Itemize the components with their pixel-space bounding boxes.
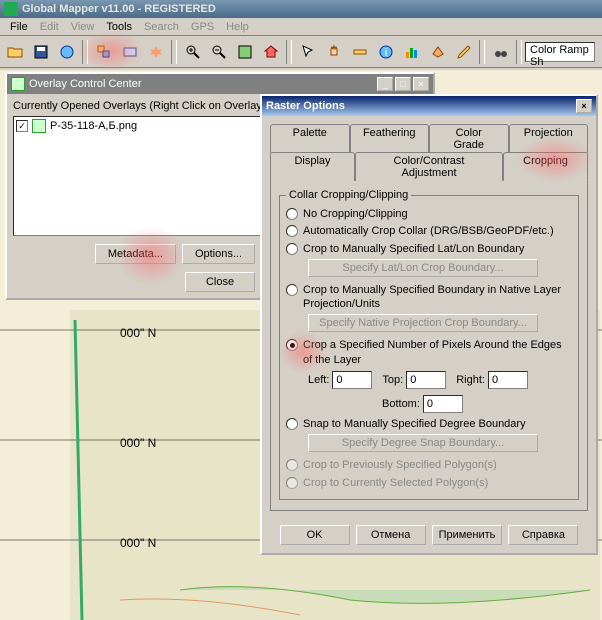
menu-view[interactable]: View [65,21,101,33]
occ-title: Overlay Control Center [29,78,375,90]
left-label: Left: [308,374,329,386]
tab-cropping[interactable]: Cropping [503,152,588,181]
zoom-extent-icon[interactable] [232,39,257,64]
shader-dropdown[interactable]: Color Ramp Sh [525,42,595,62]
menu-file[interactable]: File [4,21,34,33]
tab-palette[interactable]: Palette [270,124,350,153]
options-button[interactable]: Options... [182,244,255,264]
map-label-lat: 000" N [120,536,156,550]
measure-icon[interactable] [347,39,372,64]
close-icon[interactable]: × [576,99,592,113]
apply-button[interactable]: Применить [432,525,503,545]
radio-no-cropping[interactable]: No Cropping/Clipping [286,207,572,221]
zoom-in-icon[interactable] [180,39,205,64]
overlay-control-icon[interactable] [91,39,116,64]
map-label-lat: 000" N [120,326,156,340]
tab-color-contrast[interactable]: Color/Contrast Adjustment [355,152,503,181]
raster-file-icon [32,119,46,133]
top-input[interactable] [406,371,446,389]
minimize-icon[interactable]: _ [377,77,393,91]
ok-button[interactable]: OK [280,525,350,545]
radio-icon[interactable] [286,225,298,237]
pencil-icon[interactable] [451,39,476,64]
home-icon[interactable] [258,39,283,64]
radio-icon[interactable] [286,284,298,296]
info-icon[interactable]: i [373,39,398,64]
tab-feathering[interactable]: Feathering [350,124,430,153]
radio-selected-polygon: Crop to Currently Selected Polygon(s) [286,476,572,490]
app-title: Global Mapper v11.00 - REGISTERED [22,3,216,15]
specify-native-button[interactable]: Specify Native Projection Crop Boundary.… [308,314,538,332]
top-label: Top: [382,374,403,386]
binoculars-icon[interactable] [488,39,513,64]
close-icon[interactable]: × [413,77,429,91]
radio-icon[interactable] [286,243,298,255]
app-icon [4,2,18,16]
cropping-panel: Collar Cropping/Clipping No Cropping/Cli… [270,180,588,511]
radio-auto-crop[interactable]: Automatically Crop Collar (DRG/BSB/GeoPD… [286,224,572,238]
close-button[interactable]: Close [185,272,255,292]
save-icon[interactable] [28,39,53,64]
radio-prev-polygon: Crop to Previously Specified Polygon(s) [286,458,572,472]
svg-text:i: i [384,47,386,59]
hand-icon[interactable] [321,39,346,64]
menu-help[interactable]: Help [220,21,255,33]
globe-icon[interactable] [54,39,79,64]
radio-icon [286,477,298,489]
map-label-lat: 000" N [120,436,156,450]
right-input[interactable] [488,371,528,389]
tab-display[interactable]: Display [270,152,355,181]
bottom-input[interactable] [423,395,463,413]
radio-native-boundary[interactable]: Crop to Manually Specified Boundary in N… [286,283,572,312]
group-title: Collar Cropping/Clipping [286,189,411,201]
specify-degree-button[interactable]: Specify Degree Snap Boundary... [308,434,538,452]
radio-degree-boundary[interactable]: Snap to Manually Specified Degree Bounda… [286,417,572,431]
cancel-button[interactable]: Отмена [356,525,426,545]
open-icon[interactable] [2,39,27,64]
radio-latlon-boundary[interactable]: Crop to Manually Specified Lat/Lon Bound… [286,242,572,256]
3d-icon[interactable] [425,39,450,64]
raster-title-bar[interactable]: Raster Options × [262,96,596,116]
left-input[interactable] [332,371,372,389]
menu-tools[interactable]: Tools [100,21,138,33]
occ-icon [11,77,25,91]
right-label: Right: [456,374,485,386]
chart-icon[interactable] [399,39,424,64]
menu-edit[interactable]: Edit [34,21,65,33]
radio-pixel-crop[interactable]: Crop a Specified Number of Pixels Around… [286,338,572,367]
zoom-out-icon[interactable] [206,39,231,64]
menu-search[interactable]: Search [138,21,185,33]
tab-projection[interactable]: Projection [509,124,589,153]
radio-icon [286,459,298,471]
burst-icon[interactable] [143,39,168,64]
menu-gps[interactable]: GPS [185,21,220,33]
radio-icon[interactable] [286,418,298,430]
occ-title-bar[interactable]: Overlay Control Center _ □ × [7,74,433,94]
radio-icon[interactable] [286,339,298,351]
tab-color-grade[interactable]: Color Grade [429,124,509,153]
raster-options-dialog: Raster Options × Palette Feathering Colo… [260,94,598,555]
collar-cropping-group: Collar Cropping/Clipping No Cropping/Cli… [279,195,579,500]
config-icon[interactable] [117,39,142,64]
radio-icon[interactable] [286,208,298,220]
maximize-icon[interactable]: □ [395,77,411,91]
metadata-button[interactable]: Metadata... [95,244,176,264]
bottom-label: Bottom: [382,398,420,410]
raster-title: Raster Options [266,100,576,112]
menu-bar: File Edit View Tools Search GPS Help [0,18,602,36]
specify-latlon-button[interactable]: Specify Lat/Lon Crop Boundary... [308,259,538,277]
checkbox-icon[interactable]: ✓ [16,120,28,132]
toolbar: i Color Ramp Sh [0,36,602,68]
pointer-icon[interactable] [295,39,320,64]
overlay-filename: P-35-118-А,Б.png [50,120,137,132]
help-button[interactable]: Справка [508,525,578,545]
app-title-bar: Global Mapper v11.00 - REGISTERED [0,0,602,18]
